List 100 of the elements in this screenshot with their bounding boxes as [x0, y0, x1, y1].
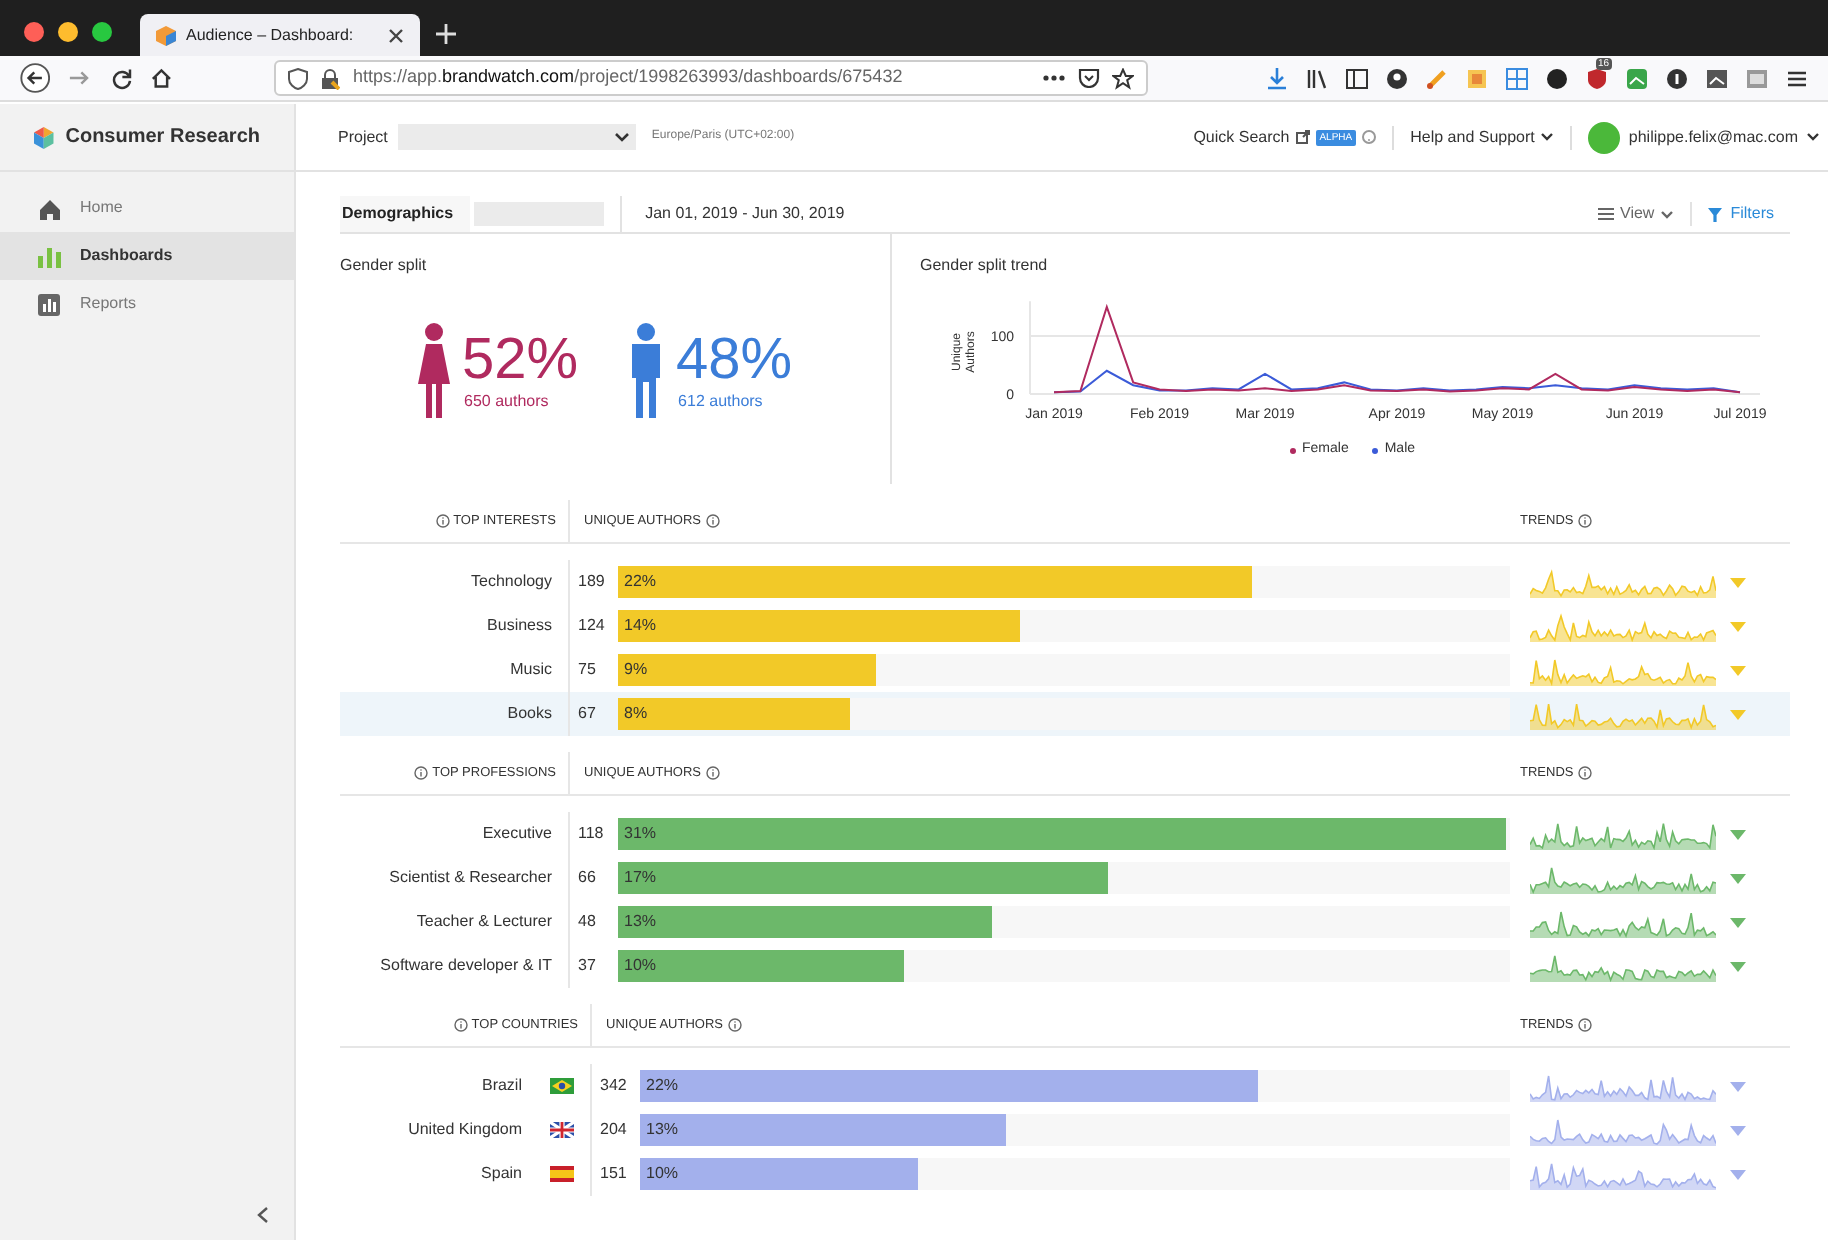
row-label: Executive	[482, 822, 554, 846]
caret-icon[interactable]	[1730, 1125, 1746, 1135]
percentage-label: 17%	[624, 868, 657, 888]
circle-icon[interactable]	[1546, 67, 1568, 89]
sidebar-item[interactable]: Home	[0, 184, 294, 232]
account-icon[interactable]	[1386, 67, 1408, 89]
author-count: 37	[576, 954, 598, 978]
new-tab-icon[interactable]	[434, 22, 458, 46]
percentage-label: 13%	[646, 1120, 679, 1140]
more-icon[interactable]	[1042, 74, 1066, 82]
percentage-label: 14%	[624, 616, 657, 636]
author-count: 66	[576, 866, 598, 890]
reload-icon[interactable]	[109, 66, 133, 90]
lock-icon	[320, 67, 341, 89]
percentage-label: 31%	[624, 824, 657, 844]
url-text: https://app.brandwatch.com/project/1998263993/dashboards/675432	[352, 64, 905, 91]
info-icon	[1577, 766, 1592, 780]
sidebar-icon[interactable]	[1346, 67, 1368, 89]
list-icon	[1598, 208, 1615, 220]
row-label: Brazil	[481, 1074, 524, 1098]
row-label: Teacher & Lecturer	[416, 910, 554, 934]
shield-icon	[288, 67, 309, 89]
table-row[interactable]: Brazil 342 22%	[340, 1064, 1790, 1108]
percentage-label: 10%	[624, 956, 657, 976]
table-row[interactable]: Software developer & IT 37 10%	[340, 944, 1790, 988]
library-icon[interactable]	[1306, 67, 1328, 89]
panel-title: Gender split trend	[920, 254, 1050, 278]
back-icon[interactable]	[20, 62, 51, 94]
download-icon[interactable]	[1266, 67, 1288, 89]
gender-percentage: 52%	[462, 329, 579, 389]
row-label: Books	[507, 702, 554, 726]
caret-icon[interactable]	[1730, 829, 1746, 839]
row-label: Spain	[481, 1162, 524, 1186]
caret-icon[interactable]	[1730, 1169, 1746, 1179]
filters-button[interactable]: Filters	[1692, 202, 1790, 226]
table-row[interactable]: Scientist & Researcher 66 17%	[340, 856, 1790, 900]
external-link-icon	[1295, 130, 1310, 144]
pocket-icon[interactable]	[1078, 68, 1100, 88]
table-row[interactable]: Executive 118 31%	[340, 812, 1790, 856]
table-row[interactable]: United Kingdom 204 13%	[340, 1108, 1790, 1152]
help-menu[interactable]: Help and Support	[1394, 125, 1573, 149]
address-bar[interactable]: https://app.brandwatch.com/project/1998263993/dashboards/675432	[274, 60, 1148, 96]
info-icon[interactable]	[1666, 67, 1688, 89]
table-row[interactable]: Spain 151 10%	[340, 1152, 1790, 1196]
user-menu[interactable]: philippe.felix@mac.com	[1572, 121, 1820, 153]
browser-tab[interactable]: Audience – Dashboard:	[140, 14, 420, 56]
row-label: Software developer & IT	[380, 954, 554, 978]
author-count: 48	[576, 910, 598, 934]
caret-icon	[1660, 209, 1675, 219]
home-icon[interactable]	[150, 66, 173, 90]
grid-icon[interactable]	[1506, 67, 1528, 89]
flag-icon	[550, 1078, 574, 1094]
author-count: 204	[598, 1118, 629, 1142]
percentage-label: 22%	[646, 1076, 679, 1096]
caret-icon[interactable]	[1730, 917, 1746, 927]
row-label: Music	[510, 658, 554, 682]
image-icon[interactable]	[1626, 67, 1648, 89]
home-icon	[38, 197, 62, 219]
dashboard-tab[interactable]: Demographics	[340, 196, 470, 232]
caret-icon[interactable]	[1730, 873, 1746, 883]
caret-icon	[1540, 132, 1555, 142]
percentage-label: 13%	[624, 912, 657, 932]
picture-frame-icon[interactable]	[1706, 67, 1728, 89]
percentage-label: 10%	[646, 1164, 679, 1184]
gender-percentage: 48%	[676, 329, 793, 389]
flag-icon	[550, 1166, 574, 1182]
table-row[interactable]: Business 124 14%	[340, 604, 1790, 648]
author-count: 118	[576, 822, 606, 846]
percentage-label: 22%	[624, 572, 657, 592]
bar-chart-icon	[38, 245, 62, 267]
menu-icon[interactable]	[1786, 67, 1808, 89]
brush-icon[interactable]	[1426, 67, 1448, 89]
row-label: Business	[487, 614, 554, 638]
caret-icon[interactable]	[1730, 1081, 1746, 1091]
collapse-icon[interactable]	[256, 1206, 270, 1224]
help-icon	[1362, 130, 1377, 144]
sidebar-item[interactable]: Dashboards	[0, 232, 294, 280]
date-range[interactable]: Jan 01, 2019 - Jun 30, 2019	[619, 196, 845, 232]
panel-title: Gender split	[340, 254, 429, 278]
app-name: Consumer Research	[65, 124, 260, 152]
table-row[interactable]: Technology 189 22%	[340, 560, 1790, 604]
percentage-label: 9%	[624, 660, 648, 680]
view-menu[interactable]: View	[1598, 202, 1693, 226]
caret-icon[interactable]	[1730, 961, 1746, 971]
forward-icon[interactable]	[68, 66, 92, 90]
shield-icon[interactable]	[1586, 67, 1608, 89]
row-label: Scientist & Researcher	[389, 866, 554, 890]
info-icon	[727, 1018, 742, 1032]
filter-icon	[1708, 207, 1723, 221]
star-icon[interactable]	[1112, 67, 1134, 89]
table-row[interactable]: Teacher & Lecturer 48 13%	[340, 900, 1790, 944]
table-row[interactable]: Music 75 9%	[340, 648, 1790, 692]
avatar-icon	[1588, 121, 1621, 153]
info-icon	[1577, 1018, 1592, 1032]
report-icon	[38, 293, 62, 315]
author-count: 612 authors	[678, 389, 765, 413]
sidebar-item[interactable]: Reports	[0, 280, 294, 328]
project-label: Project	[338, 125, 388, 149]
window-icon[interactable]	[1746, 67, 1768, 89]
author-count: 67	[576, 702, 598, 726]
